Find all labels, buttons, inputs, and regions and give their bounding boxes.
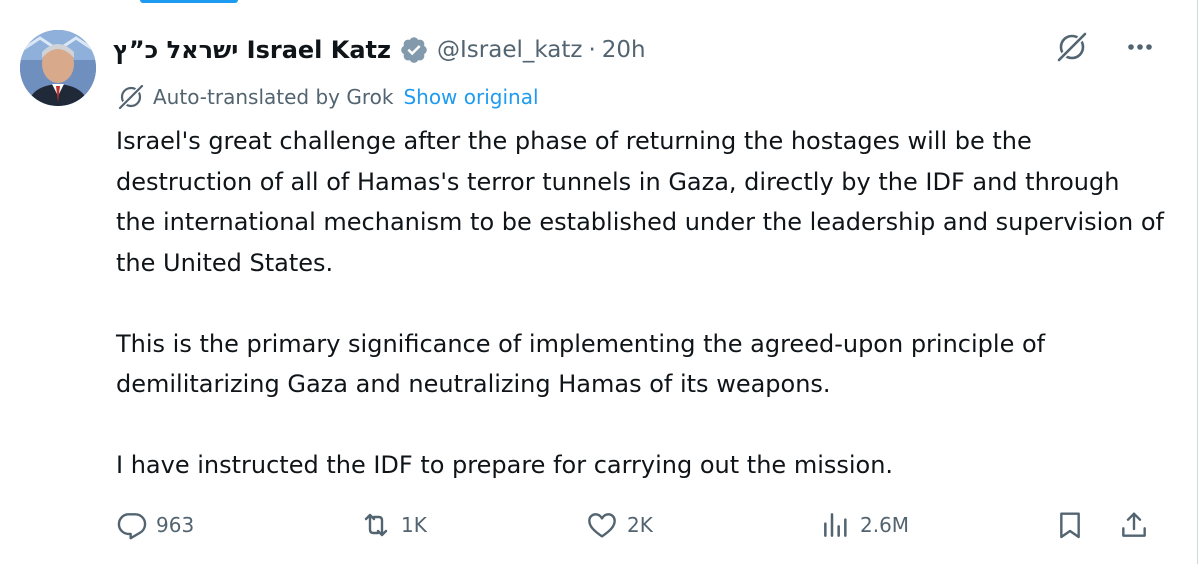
repost-button[interactable]: 1K	[359, 503, 427, 547]
gray-verified-badge-icon[interactable]	[399, 35, 429, 65]
views-button[interactable]: 2.6M	[820, 503, 909, 547]
tweet-actions: 963 1K 2K 2.6M	[116, 503, 1156, 547]
reply-icon	[117, 513, 147, 540]
share-icon	[1122, 512, 1146, 537]
tweet-card: ישראל כ”ץ Israel Katz @Israel_katz · 20h	[0, 0, 1198, 564]
display-name[interactable]: ישראל כ”ץ Israel Katz	[113, 36, 391, 64]
views-count: 2.6M	[860, 513, 910, 537]
repost-icon	[364, 513, 388, 537]
bookmark-button[interactable]	[1054, 503, 1086, 547]
avatar[interactable]	[20, 30, 96, 106]
tweet-header: ישראל כ”ץ Israel Katz @Israel_katz · 20h	[113, 28, 646, 72]
tweet-text: Israel's great challenge after the phase…	[116, 121, 1166, 486]
bookmark-icon	[1060, 512, 1080, 539]
reply-button[interactable]: 963	[116, 503, 194, 547]
grok-icon[interactable]	[1055, 30, 1089, 64]
like-button[interactable]: 2K	[585, 503, 653, 547]
tweet-paragraph: I have instructed the IDF to prepare for…	[116, 451, 894, 479]
translation-notice: Auto-translated by Grok Show original	[117, 80, 539, 114]
views-icon	[824, 513, 847, 537]
timestamp[interactable]: 20h	[602, 37, 646, 63]
translation-label: Auto-translated by Grok	[153, 85, 394, 109]
more-options-icon[interactable]	[1123, 30, 1157, 64]
user-handle[interactable]: @Israel_katz	[437, 37, 582, 63]
header-actions	[1055, 30, 1157, 64]
tab-indicator	[140, 0, 238, 3]
separator-dot: ·	[588, 37, 596, 63]
show-original-link[interactable]: Show original	[403, 85, 538, 109]
reply-count: 963	[156, 513, 195, 537]
tweet-paragraph: Israel's great challenge after the phase…	[116, 127, 1164, 277]
heart-icon	[588, 513, 616, 538]
share-button[interactable]	[1118, 503, 1150, 547]
tweet-paragraph: This is the primary significance of impl…	[116, 329, 1046, 399]
grok-icon	[117, 83, 145, 111]
like-count: 2K	[627, 513, 653, 537]
repost-count: 1K	[401, 513, 427, 537]
